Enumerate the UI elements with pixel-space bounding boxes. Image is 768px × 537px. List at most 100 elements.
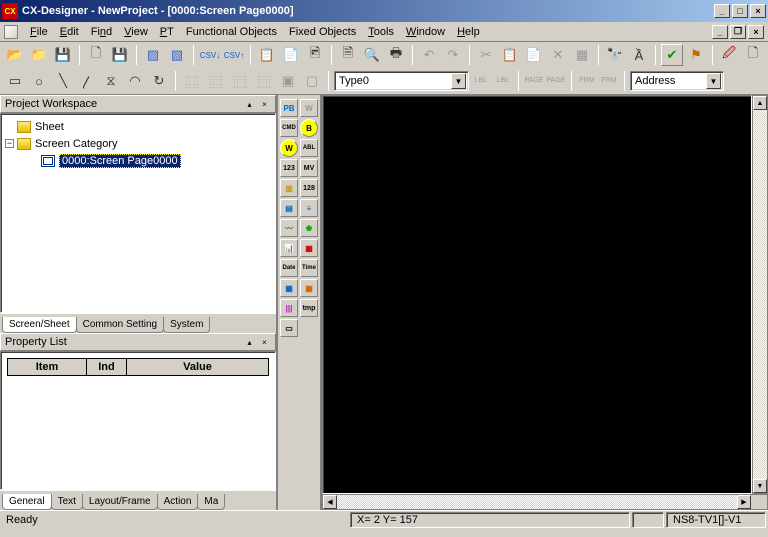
tab-system[interactable]: System bbox=[163, 317, 210, 333]
type-combo[interactable]: Type0 ▼ bbox=[334, 71, 469, 91]
panel-close-icon[interactable]: × bbox=[258, 337, 271, 348]
horizontal-scrollbar[interactable]: ◀ ▶ bbox=[322, 494, 768, 510]
pal-chart[interactable]: 📊 bbox=[280, 239, 298, 257]
tree-node-page[interactable]: 0000:Screen Page0000 bbox=[5, 152, 271, 169]
mdi-minimize-button[interactable]: _ bbox=[712, 25, 728, 39]
pal-abl[interactable]: ABL bbox=[300, 139, 318, 157]
pal-grid2[interactable]: ▦ bbox=[300, 279, 318, 297]
shape-rect-icon[interactable]: ▭ bbox=[4, 70, 26, 92]
frm-next-icon[interactable]: FRM bbox=[599, 71, 619, 91]
menu-window[interactable]: Window bbox=[400, 24, 451, 40]
shape-refresh-icon[interactable]: ↻ bbox=[148, 70, 170, 92]
tab-layout-frame[interactable]: Layout/Frame bbox=[82, 494, 158, 510]
menu-edit[interactable]: Edit bbox=[54, 24, 85, 40]
tab-text[interactable]: Text bbox=[51, 494, 83, 510]
panel-close-icon[interactable]: × bbox=[258, 99, 271, 110]
mdi-close-button[interactable]: × bbox=[748, 25, 764, 39]
new-page-icon[interactable]: 🗋 bbox=[85, 44, 107, 66]
save-icon[interactable]: 💾 bbox=[109, 44, 131, 66]
scroll-down-icon[interactable]: ▼ bbox=[753, 479, 767, 493]
mdi-restore-button[interactable]: ❐ bbox=[730, 25, 746, 39]
menu-help[interactable]: Help bbox=[451, 24, 486, 40]
pal-b[interactable]: B bbox=[300, 119, 318, 137]
menu-fixed-objects[interactable]: Fixed Objects bbox=[283, 24, 362, 40]
page-icon[interactable]: 🗎 bbox=[337, 44, 359, 66]
delete-icon[interactable]: ✕ bbox=[547, 44, 569, 66]
flag-icon[interactable]: ⚑ bbox=[685, 44, 707, 66]
collapse-icon[interactable]: − bbox=[5, 139, 14, 148]
menu-pt[interactable]: PT bbox=[154, 24, 180, 40]
pal-grid1[interactable]: ▦ bbox=[280, 279, 298, 297]
menu-functional-objects[interactable]: Functional Objects bbox=[180, 24, 283, 40]
maximize-button[interactable]: □ bbox=[732, 4, 748, 18]
address-combo[interactable]: Address ▼ bbox=[630, 71, 724, 91]
align3-icon[interactable]: ⿸ bbox=[229, 70, 251, 92]
preview-icon[interactable]: 🔍 bbox=[361, 44, 383, 66]
print-icon[interactable]: 🖶 bbox=[385, 44, 407, 66]
tab-common-setting[interactable]: Common Setting bbox=[76, 317, 164, 333]
vertical-scrollbar[interactable]: ▲ ▼ bbox=[752, 95, 768, 494]
redo-icon[interactable]: ↷ bbox=[442, 44, 464, 66]
pal-cmd[interactable]: CMD bbox=[280, 119, 298, 137]
pal-table[interactable]: ▦ bbox=[300, 239, 318, 257]
cut-icon[interactable]: ✂ bbox=[475, 44, 497, 66]
shape-arc-icon[interactable]: ◠ bbox=[124, 70, 146, 92]
grid-icon[interactable]: ▦ bbox=[571, 44, 593, 66]
pal-128[interactable]: 128 bbox=[300, 179, 318, 197]
menu-file[interactable]: File bbox=[24, 24, 54, 40]
wand-icon[interactable]: 🖉 bbox=[718, 44, 740, 66]
csv-import-icon[interactable]: CSV↓ bbox=[199, 44, 221, 66]
replace-icon[interactable]: Ầ bbox=[628, 44, 650, 66]
scroll-right-icon[interactable]: ▶ bbox=[737, 495, 751, 509]
pal-w2[interactable]: W bbox=[280, 139, 298, 157]
pal-date[interactable]: Date bbox=[280, 259, 298, 277]
group-icon[interactable]: ▣ bbox=[277, 70, 299, 92]
pal-123[interactable]: 123 bbox=[280, 159, 298, 177]
menu-tools[interactable]: Tools bbox=[362, 24, 400, 40]
shape-hourglass-icon[interactable]: ⧖ bbox=[100, 70, 122, 92]
pal-tmp[interactable]: tmp bbox=[300, 299, 318, 317]
transfer-icon[interactable]: 🖻 bbox=[304, 44, 326, 66]
shape-line-icon[interactable]: ╲ bbox=[52, 70, 74, 92]
tab-action[interactable]: Action bbox=[157, 494, 199, 510]
project-tree[interactable]: Sheet − Screen Category 0000:Screen Page… bbox=[0, 113, 276, 313]
open-icon[interactable]: 📁 bbox=[28, 44, 50, 66]
menu-view[interactable]: View bbox=[118, 24, 154, 40]
pal-tree[interactable]: ❀ bbox=[300, 219, 318, 237]
col-value[interactable]: Value bbox=[127, 358, 269, 376]
pal-list1[interactable]: ▥ bbox=[280, 179, 298, 197]
minimize-button[interactable]: _ bbox=[714, 4, 730, 18]
design-canvas[interactable] bbox=[322, 95, 752, 494]
new-icon[interactable]: 📂 bbox=[4, 44, 26, 66]
pal-mv[interactable]: MV bbox=[300, 159, 318, 177]
pal-bar[interactable]: ▤ bbox=[280, 199, 298, 217]
tree-node-sheet[interactable]: Sheet bbox=[5, 118, 271, 135]
hatch1-icon[interactable]: ▨ bbox=[142, 44, 164, 66]
tab-general[interactable]: General bbox=[2, 494, 52, 510]
hatch2-icon[interactable]: ▧ bbox=[166, 44, 188, 66]
ungroup-icon[interactable]: ▢ bbox=[301, 70, 323, 92]
align4-icon[interactable]: ⿹ bbox=[253, 70, 275, 92]
find-icon[interactable]: 🔭 bbox=[604, 44, 626, 66]
frm-prev-icon[interactable]: FRM bbox=[577, 71, 597, 91]
save-all-icon[interactable]: 💾 bbox=[52, 44, 74, 66]
pal-rect[interactable]: ▭ bbox=[280, 319, 298, 337]
tab-screen-sheet[interactable]: Screen/Sheet bbox=[2, 317, 77, 333]
scroll-up-icon[interactable]: ▲ bbox=[753, 96, 767, 110]
close-button[interactable]: × bbox=[750, 4, 766, 18]
col-item[interactable]: Item bbox=[7, 358, 87, 376]
lbl-next-icon[interactable]: LBL bbox=[493, 71, 513, 91]
align1-icon[interactable]: ⿶ bbox=[181, 70, 203, 92]
undo-icon[interactable]: ↶ bbox=[418, 44, 440, 66]
pal-w[interactable]: W bbox=[300, 99, 318, 117]
shape-circle-icon[interactable]: ○ bbox=[28, 70, 50, 92]
tab-more[interactable]: Ma bbox=[197, 494, 225, 510]
shape-polyline-icon[interactable]: 〳 bbox=[76, 70, 98, 92]
pal-pb[interactable]: PB bbox=[280, 99, 298, 117]
copy-icon[interactable]: 📋 bbox=[499, 44, 521, 66]
check-icon[interactable]: ✔ bbox=[661, 44, 683, 66]
csv-export-icon[interactable]: CSV↑ bbox=[223, 44, 245, 66]
panel-menu-icon[interactable]: ▴ bbox=[243, 99, 256, 110]
pal-bars[interactable]: ||| bbox=[280, 299, 298, 317]
tree-node-category[interactable]: − Screen Category bbox=[5, 135, 271, 152]
